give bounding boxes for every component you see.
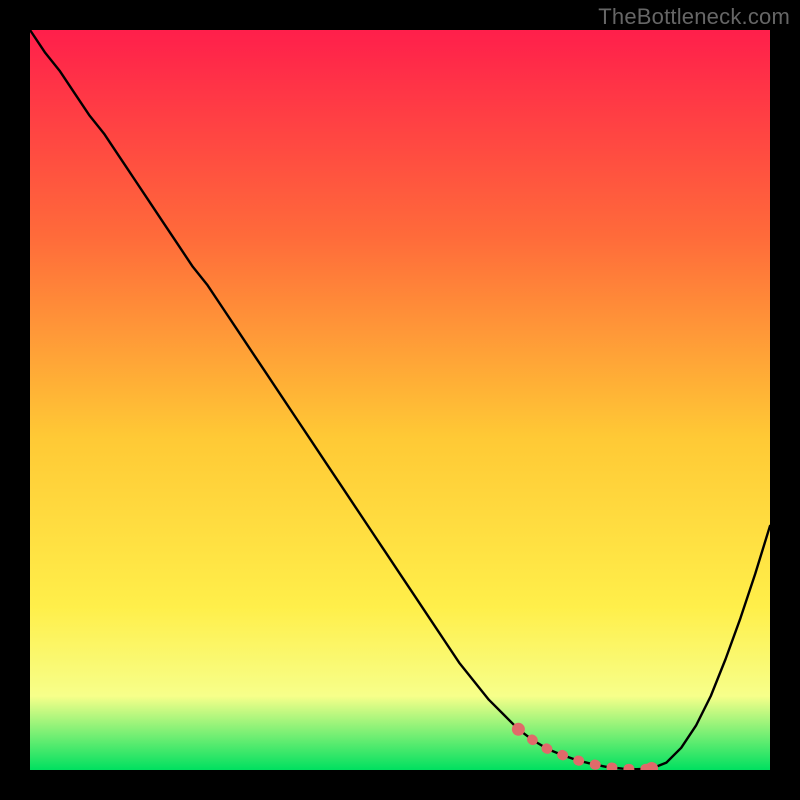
gradient-background xyxy=(30,30,770,770)
plot-area xyxy=(30,30,770,770)
chart-frame: TheBottleneck.com xyxy=(0,0,800,800)
bottleneck-curve-chart xyxy=(30,30,770,770)
marker-endpoint xyxy=(512,723,525,736)
watermark-text: TheBottleneck.com xyxy=(598,4,790,30)
